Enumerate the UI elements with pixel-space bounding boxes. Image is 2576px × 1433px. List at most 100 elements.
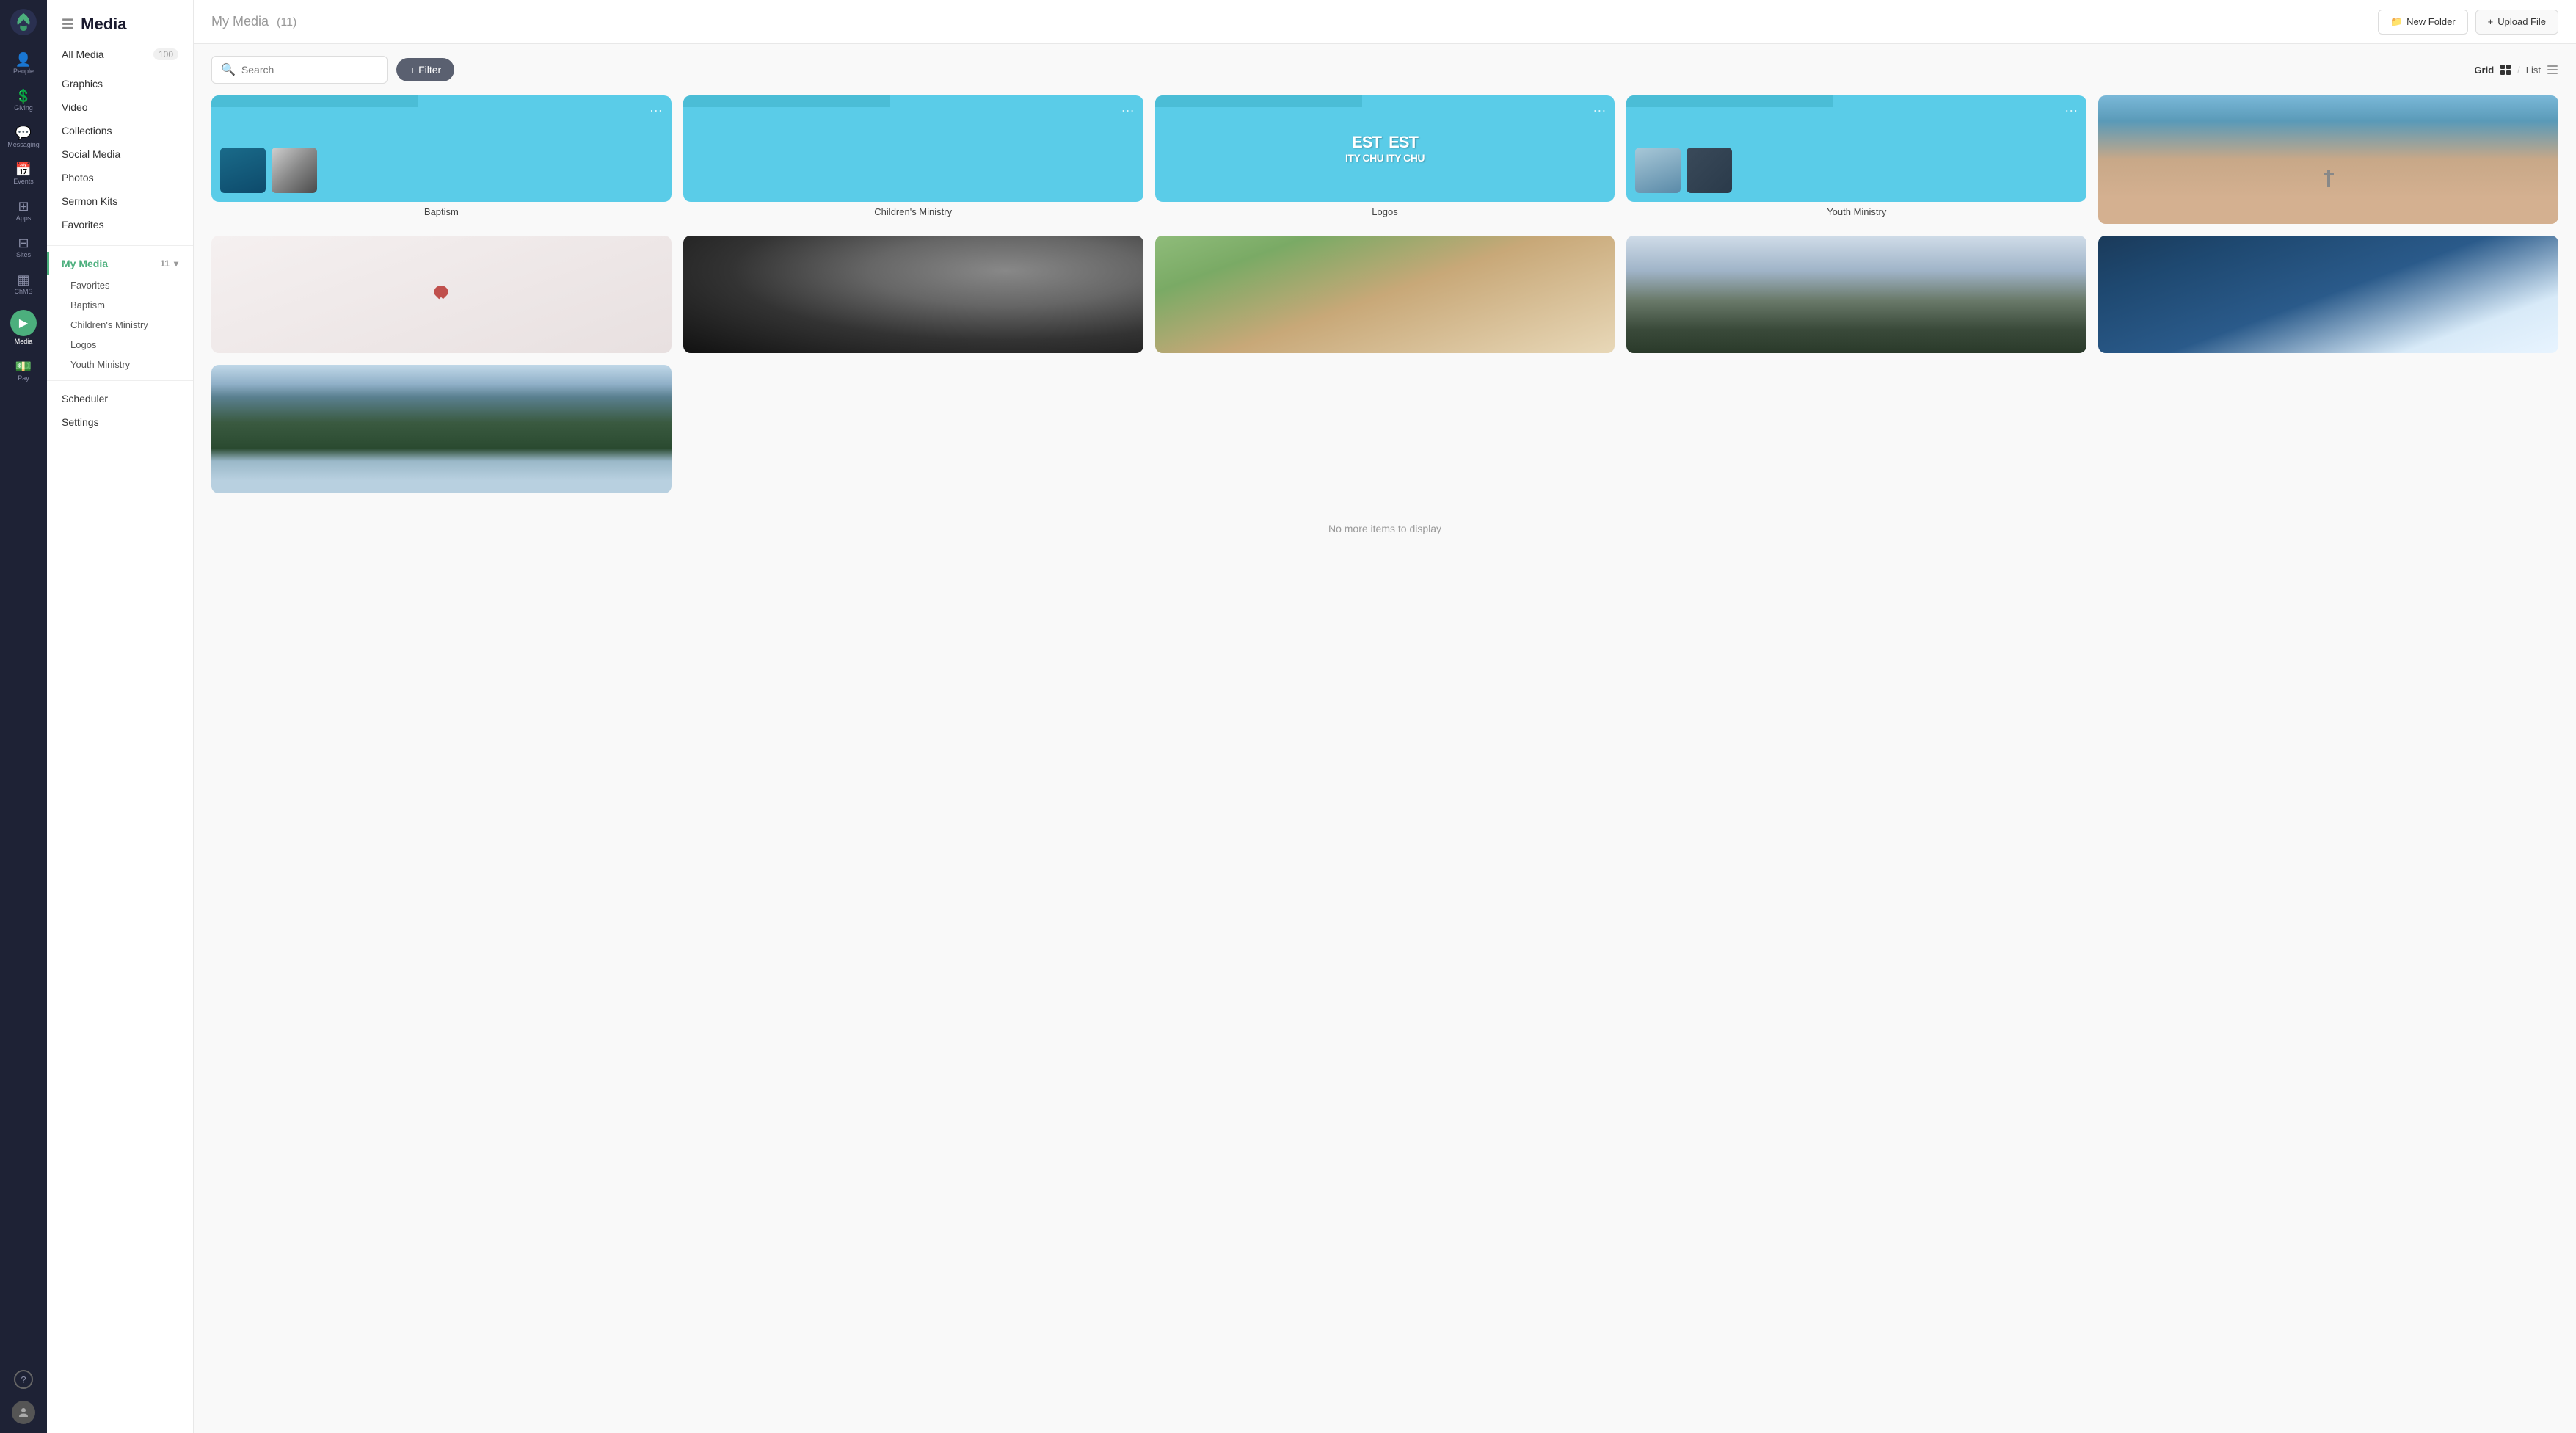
sidebar-item-messaging[interactable]: 💬 Messaging	[0, 120, 47, 154]
pay-icon: 💵	[15, 360, 32, 373]
logos-sub-label: Logos	[70, 339, 96, 350]
toolbar: 🔍 + Filter Grid / List	[194, 44, 2576, 95]
settings-label: Settings	[62, 416, 99, 428]
image-forest-lake[interactable]	[211, 365, 672, 493]
new-folder-label: New Folder	[2406, 16, 2455, 27]
youth-ministry-label: Youth Ministry	[1626, 202, 2086, 219]
sidebar-item-chms[interactable]: ▦ ChMS	[0, 267, 47, 301]
image-hands-heart[interactable]	[211, 236, 672, 353]
chms-icon: ▦	[17, 273, 29, 286]
no-more-label: No more items to display	[1328, 523, 1441, 534]
apps-icon: ⊞	[18, 200, 29, 213]
collections-item[interactable]: Collections	[47, 119, 193, 142]
settings-item[interactable]: Settings	[47, 410, 193, 434]
sidebar-item-people[interactable]: 👤 People	[0, 47, 47, 81]
chms-label: ChMS	[14, 288, 32, 295]
sermon-kits-item[interactable]: Sermon Kits	[47, 189, 193, 213]
list-view-button[interactable]: List	[2526, 65, 2541, 76]
photos-row	[211, 236, 2558, 353]
sermon-kits-label: Sermon Kits	[62, 195, 117, 207]
sidebar-item-giving[interactable]: 💲 Giving	[0, 84, 47, 117]
help-icon: ?	[14, 1370, 33, 1389]
my-media-header[interactable]: My Media 11 ▾	[47, 252, 193, 275]
filter-button[interactable]: + Filter	[396, 58, 454, 81]
sidebar-item-sites[interactable]: ⊟ Sites	[0, 231, 47, 264]
graphics-label: Graphics	[62, 78, 103, 90]
graphics-item[interactable]: Graphics	[47, 72, 193, 95]
filter-label: + Filter	[410, 64, 441, 76]
last-row	[211, 365, 2558, 493]
folder-more-logos[interactable]: ···	[1593, 103, 1606, 118]
all-media-label: All Media	[62, 48, 104, 60]
search-icon: 🔍	[221, 62, 236, 77]
sidebar-item-events[interactable]: 📅 Events	[0, 157, 47, 191]
sidebar-item-pay[interactable]: 💵 Pay	[0, 354, 47, 388]
sites-label: Sites	[16, 251, 31, 258]
image-moon-surface[interactable]	[683, 236, 1143, 353]
social-media-item[interactable]: Social Media	[47, 142, 193, 166]
user-avatar[interactable]	[12, 1401, 35, 1424]
events-icon: 📅	[15, 163, 32, 176]
cross-shape	[2327, 170, 2330, 187]
logos-label: Logos	[1155, 202, 1615, 219]
search-box: 🔍	[211, 56, 388, 84]
scheduler-item[interactable]: Scheduler	[47, 387, 193, 410]
video-item[interactable]: Video	[47, 95, 193, 119]
favorites-sub-item[interactable]: Favorites	[56, 275, 193, 295]
page-title-text: My Media	[211, 14, 269, 29]
folder-youth-ministry[interactable]: ··· Youth Ministry	[1626, 95, 2086, 224]
all-media-item[interactable]: All Media 100	[47, 43, 193, 66]
childrens-ministry-sub-item[interactable]: Children's Ministry	[56, 315, 193, 335]
media-grid: ··· Baptism ··· Children's Ministry	[194, 95, 2576, 1433]
folder-baptism[interactable]: ··· Baptism	[211, 95, 672, 224]
new-folder-button[interactable]: 📁 New Folder	[2378, 10, 2468, 35]
youth-thumb-1	[1635, 148, 1681, 193]
collections-label: Collections	[62, 125, 112, 137]
app-title: Media	[81, 15, 126, 34]
logos-sub-item[interactable]: Logos	[56, 335, 193, 355]
view-divider: /	[2517, 65, 2520, 76]
apps-label: Apps	[16, 214, 32, 222]
grid-view-button[interactable]: Grid	[2474, 65, 2494, 76]
media-icon: ▶	[10, 310, 37, 336]
photos-item[interactable]: Photos	[47, 166, 193, 189]
folder-logos[interactable]: ··· EST EST ITY CHU ITY CHU Logos	[1155, 95, 1615, 224]
hamburger-menu[interactable]: ☰	[62, 17, 73, 32]
folder-more-baptism[interactable]: ···	[650, 103, 663, 118]
folder-more-childrens[interactable]: ···	[1121, 103, 1135, 118]
my-media-count-area: 11 ▾	[160, 258, 178, 269]
baptism-thumb-2	[272, 148, 317, 193]
page-title-count: (11)	[277, 16, 296, 29]
my-media-count: 11	[160, 258, 170, 269]
people-icon: 👤	[15, 53, 32, 66]
folder-childrens-ministry[interactable]: ··· Children's Ministry	[683, 95, 1143, 224]
baptism-label: Baptism	[211, 202, 672, 219]
youth-ministry-sub-item[interactable]: Youth Ministry	[56, 355, 193, 374]
video-label: Video	[62, 101, 88, 113]
help-button[interactable]: ?	[11, 1364, 36, 1395]
folder-more-youth[interactable]: ···	[2064, 103, 2078, 118]
folders-row: ··· Baptism ··· Children's Ministry	[211, 95, 2558, 224]
image-desk-laptop[interactable]	[1155, 236, 1615, 353]
app-logo[interactable]	[10, 9, 37, 35]
image-ocean-wake[interactable]	[2098, 236, 2558, 353]
childrens-ministry-sub-label: Children's Ministry	[70, 319, 148, 330]
my-media-sub-items: Favorites Baptism Children's Ministry Lo…	[47, 275, 193, 374]
sidebar-item-apps[interactable]: ⊞ Apps	[0, 194, 47, 228]
upload-file-button[interactable]: + Upload File	[2475, 10, 2558, 35]
nav-divider	[47, 245, 193, 246]
left-nav-header: ☰ Media	[47, 0, 193, 40]
search-input[interactable]	[241, 64, 378, 76]
sidebar-item-media[interactable]: ▶ Media	[0, 304, 47, 351]
childrens-ministry-label: Children's Ministry	[683, 202, 1143, 219]
image-dark-church[interactable]	[1626, 236, 2086, 353]
page-title: My Media (11)	[211, 14, 296, 29]
baptism-sub-item[interactable]: Baptism	[56, 295, 193, 315]
scheduler-label: Scheduler	[62, 393, 108, 404]
events-label: Events	[13, 178, 34, 185]
favorites-label: Favorites	[62, 219, 104, 231]
favorites-item[interactable]: Favorites	[47, 213, 193, 236]
image-church-exterior[interactable]	[2098, 95, 2558, 224]
messaging-icon: 💬	[15, 126, 32, 139]
hands-heart-visual	[428, 289, 454, 300]
